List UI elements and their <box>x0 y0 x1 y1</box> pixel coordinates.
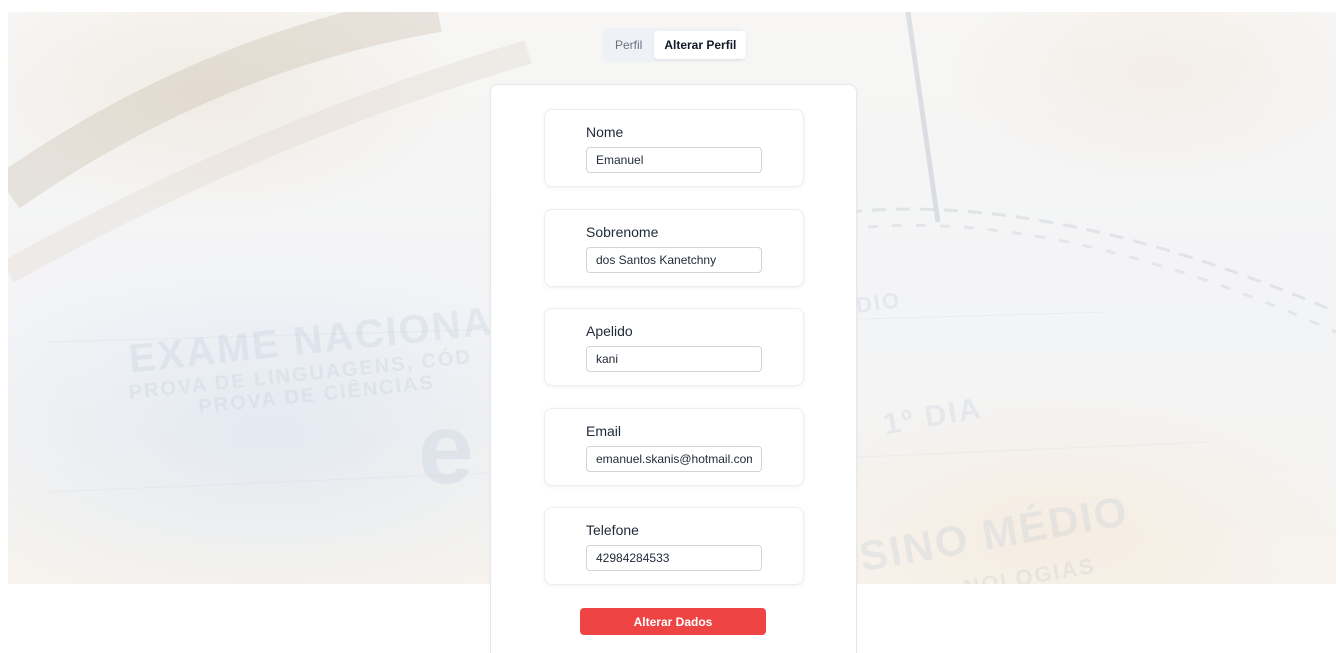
email-input[interactable] <box>586 446 762 472</box>
email-label: Email <box>586 423 622 439</box>
nome-input[interactable] <box>586 147 762 173</box>
nome-label: Nome <box>586 124 624 140</box>
alterar-dados-button[interactable]: Alterar Dados <box>580 608 766 635</box>
tab-perfil[interactable]: Perfil <box>605 31 652 59</box>
profile-page: EXAME NACIONAL PROVA DE LINGUAGENS, CÓD … <box>0 0 1339 653</box>
apelido-label: Apelido <box>586 323 633 339</box>
email-field-group: Email <box>544 408 804 486</box>
edit-profile-card: Nome Sobrenome Apelido Email Telefone Al… <box>490 84 857 653</box>
tab-alterar-perfil[interactable]: Alterar Perfil <box>654 31 747 59</box>
apelido-input[interactable] <box>586 346 762 372</box>
profile-tabs: Perfil Alterar Perfil <box>602 28 747 62</box>
sobrenome-field-group: Sobrenome <box>544 209 804 287</box>
background-logo-letter: e <box>418 393 474 505</box>
telefone-input[interactable] <box>586 545 762 571</box>
telefone-label: Telefone <box>586 522 639 538</box>
sobrenome-input[interactable] <box>586 247 762 273</box>
telefone-field-group: Telefone <box>544 507 804 585</box>
sobrenome-label: Sobrenome <box>586 224 659 240</box>
nome-field-group: Nome <box>544 109 804 187</box>
apelido-field-group: Apelido <box>544 308 804 386</box>
